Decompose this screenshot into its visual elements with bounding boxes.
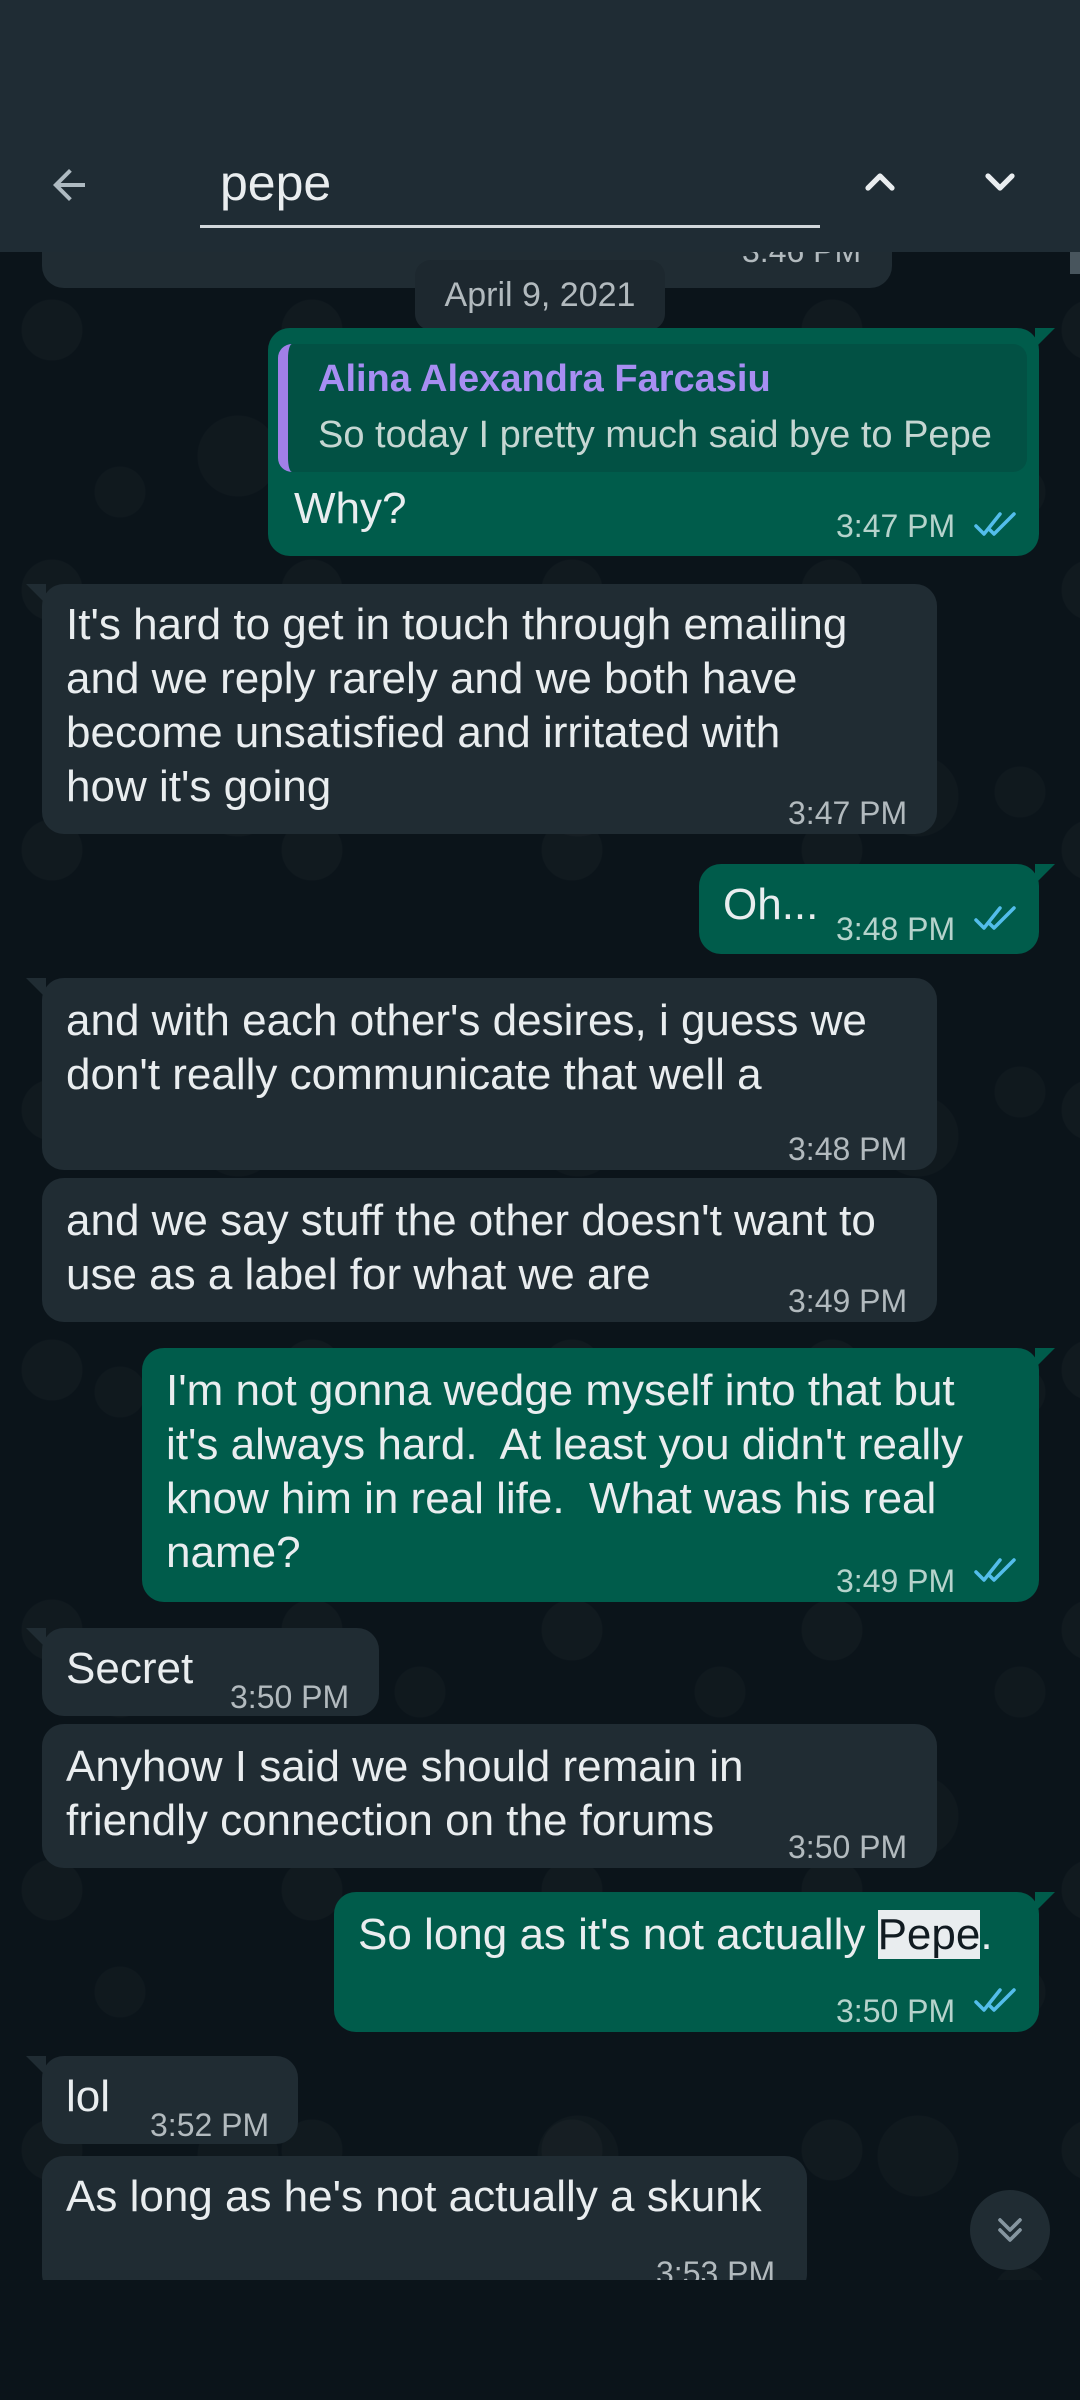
message-time: 3:48 PM bbox=[836, 911, 956, 947]
message-time: 3:49 PM bbox=[836, 1563, 956, 1599]
message-bubble-incoming[interactable]: Anyhow I said we should remain in friend… bbox=[42, 1724, 937, 1868]
message-time: 3:52 PM bbox=[150, 2107, 270, 2143]
message-text-after: . bbox=[980, 1910, 993, 1959]
quote-text: So today I pretty much said bye to Pepe bbox=[318, 414, 992, 456]
chevron-down-icon bbox=[985, 173, 1015, 191]
search-input[interactable] bbox=[200, 140, 820, 228]
message-text: Why? bbox=[294, 484, 407, 533]
message-text: I'm not gonna wedge myself into that but… bbox=[166, 1366, 963, 1577]
message-bubble-incoming[interactable]: Secret 3:50 PM bbox=[26, 1628, 379, 1716]
bubble-tail bbox=[1035, 1348, 1055, 1368]
chevron-up-icon bbox=[865, 173, 895, 191]
back-button[interactable] bbox=[36, 152, 102, 218]
message-text: As long as he's not actually a skunk bbox=[66, 2172, 762, 2221]
message-time: 3:50 PM bbox=[230, 1679, 350, 1715]
status-bar bbox=[0, 0, 1080, 120]
double-chevron-down-icon bbox=[998, 2218, 1022, 2242]
scroll-to-bottom-button[interactable] bbox=[970, 2190, 1050, 2270]
message-time: 3:48 PM bbox=[788, 1131, 908, 1167]
search-toolbar bbox=[0, 120, 1080, 252]
message-bubble-outgoing[interactable]: I'm not gonna wedge myself into that but… bbox=[142, 1348, 1055, 1602]
scrollbar-thumb[interactable] bbox=[1070, 252, 1080, 274]
message-time: 3:46 PM bbox=[742, 252, 861, 278]
message-time: 3:47 PM bbox=[788, 795, 908, 831]
message-text: Anyhow I said we should remain in friend… bbox=[66, 1742, 744, 1845]
bubble-tail bbox=[1035, 1892, 1055, 1912]
bubble-tail bbox=[26, 1628, 46, 1648]
message-bubble-incoming[interactable]: It's hard to get in touch through emaili… bbox=[26, 584, 937, 834]
message-time: 3:50 PM bbox=[788, 1829, 908, 1865]
message-time: 3:50 PM bbox=[836, 1993, 956, 2029]
message-time: 3:53 PM bbox=[656, 2255, 776, 2280]
message-text: and we say stuff the other doesn't want … bbox=[66, 1196, 876, 1299]
date-chip: April 9, 2021 bbox=[415, 260, 665, 330]
message-bubble-incoming[interactable]: and with each other's desires, i guess w… bbox=[26, 978, 937, 1170]
double-check-icon bbox=[974, 1988, 1016, 2012]
message-text: It's hard to get in touch through emaili… bbox=[66, 600, 848, 811]
previous-match-button[interactable] bbox=[846, 148, 914, 216]
back-arrow-icon bbox=[53, 169, 85, 201]
bubble-tail bbox=[26, 2056, 46, 2076]
quote-author: Alina Alexandra Farcasiu bbox=[318, 358, 771, 400]
message-bubble-incoming[interactable]: As long as he's not actually a skunk 3:5… bbox=[42, 2156, 807, 2280]
message-bubble-incoming[interactable]: lol 3:52 PM bbox=[26, 2056, 298, 2144]
message-text-before: So long as it's not actually bbox=[358, 1910, 878, 1959]
bubble-tail bbox=[1035, 864, 1055, 884]
navigation-bar bbox=[0, 2280, 1080, 2400]
message-text: So long as it's not actually Pepe. bbox=[358, 1908, 993, 1962]
message-text: Oh... bbox=[723, 880, 819, 929]
search-match-highlight: Pepe bbox=[877, 1910, 981, 1959]
quoted-message[interactable]: Alina Alexandra Farcasiu So today I pret… bbox=[278, 344, 1027, 472]
message-text: Secret bbox=[66, 1644, 194, 1693]
chat-area[interactable]: 3:46 PM April 9, 2021 Alina Alexandra Fa… bbox=[0, 252, 1080, 2280]
double-check-icon bbox=[974, 906, 1016, 930]
message-text: lol bbox=[66, 2072, 111, 2121]
message-bubble-incoming[interactable]: and we say stuff the other doesn't want … bbox=[42, 1178, 937, 1322]
next-match-button[interactable] bbox=[966, 148, 1034, 216]
message-time: 3:49 PM bbox=[788, 1283, 908, 1319]
bubble-tail bbox=[26, 584, 46, 604]
message-bubble-outgoing[interactable]: Oh... 3:48 PM bbox=[699, 864, 1055, 954]
double-check-icon bbox=[974, 1558, 1016, 1582]
message-bubble-outgoing[interactable]: So long as it's not actually Pepe. 3:50 … bbox=[334, 1892, 1055, 2032]
double-check-icon bbox=[974, 512, 1016, 536]
message-text: and with each other's desires, i guess w… bbox=[66, 996, 867, 1099]
bubble-tail bbox=[1035, 328, 1055, 348]
message-time: 3:47 PM bbox=[836, 508, 956, 544]
bubble-tail bbox=[26, 978, 46, 998]
